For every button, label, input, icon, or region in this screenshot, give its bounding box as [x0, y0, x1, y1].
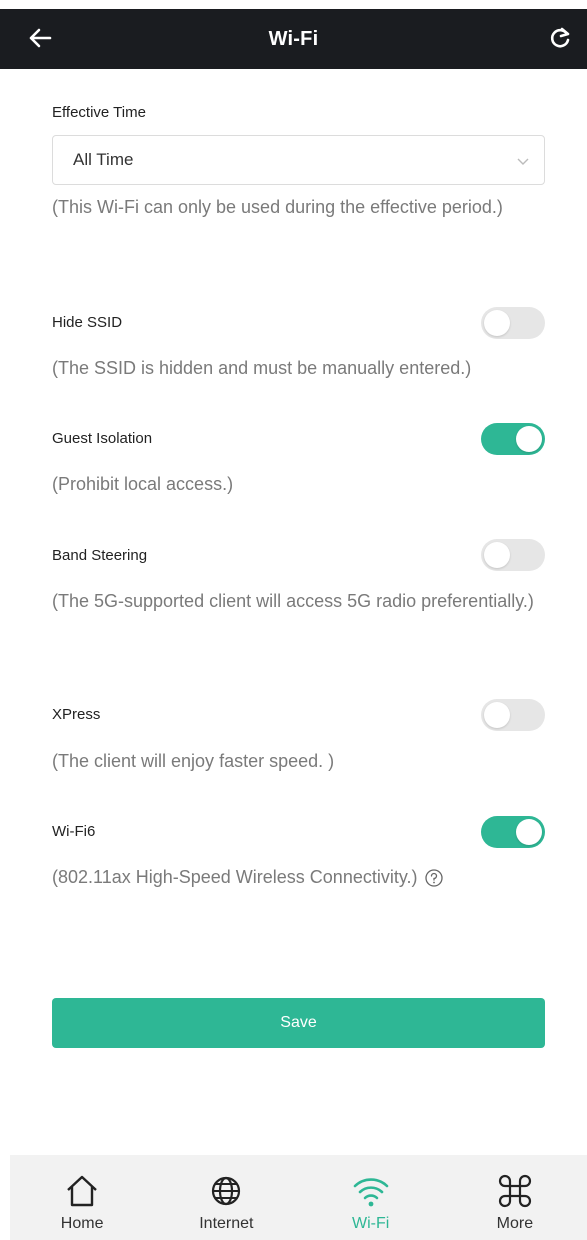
nav-label-internet: Internet	[199, 1215, 254, 1232]
effective-time-label: Effective Time	[52, 104, 146, 121]
hide-ssid-toggle[interactable]	[481, 307, 545, 339]
wifi-icon	[353, 1178, 388, 1207]
effective-time-description: (This Wi-Fi can only be used during the …	[52, 197, 503, 217]
home-icon	[67, 1175, 97, 1207]
nav-item-home[interactable]: Home	[10, 1155, 154, 1240]
nav-item-internet[interactable]: Internet	[154, 1155, 298, 1240]
nav-item-wifi[interactable]: Wi-Fi	[299, 1155, 443, 1240]
page-title: Wi-Fi	[268, 27, 319, 50]
nav-label-more: More	[496, 1215, 534, 1232]
nav-label-home: Home	[60, 1215, 104, 1232]
toggle-knob	[516, 426, 542, 452]
globe-icon	[212, 1176, 241, 1206]
toggle-knob	[484, 542, 510, 568]
guest-isolation-toggle[interactable]	[481, 423, 545, 455]
arrow-left-icon[interactable]	[26, 24, 54, 52]
wifi6-toggle[interactable]	[481, 816, 545, 848]
band-steering-toggle[interactable]	[481, 539, 545, 571]
xpress-description: (The client will enjoy faster speed. )	[52, 751, 335, 771]
effective-time-select[interactable]: All Time	[52, 135, 545, 185]
toggle-knob	[484, 310, 510, 336]
top-bar: Wi-Fi	[0, 9, 587, 69]
nav-item-more[interactable]: More	[443, 1155, 587, 1240]
help-icon[interactable]	[424, 868, 444, 888]
band-steering-label: Band Steering	[52, 547, 148, 564]
guest-isolation-description: (Prohibit local access.)	[52, 474, 234, 494]
wifi6-description: (802.11ax High-Speed Wireless Connectivi…	[52, 867, 418, 887]
bottom-nav: Home Internet Wi-Fi More	[10, 1155, 587, 1240]
wifi6-label: Wi-Fi6	[52, 823, 96, 840]
xpress-label: XPress	[52, 706, 101, 723]
xpress-toggle[interactable]	[481, 699, 545, 731]
effective-time-value: All Time	[73, 150, 134, 169]
toggle-knob	[484, 702, 510, 728]
command-icon	[498, 1174, 531, 1208]
hide-ssid-description: (The SSID is hidden and must be manually…	[52, 358, 472, 378]
wifi6-description-row: (802.11ax High-Speed Wireless Connectivi…	[52, 856, 552, 898]
nav-label-wifi: Wi-Fi	[351, 1215, 390, 1232]
hide-ssid-label: Hide SSID	[52, 314, 123, 331]
refresh-icon[interactable]	[547, 25, 573, 51]
toggle-knob	[516, 819, 542, 845]
band-steering-description: (The 5G-supported client will access 5G …	[52, 591, 534, 611]
guest-isolation-label: Guest Isolation	[52, 430, 153, 447]
save-button[interactable]: Save	[52, 998, 545, 1048]
chevron-down-icon	[517, 158, 529, 165]
